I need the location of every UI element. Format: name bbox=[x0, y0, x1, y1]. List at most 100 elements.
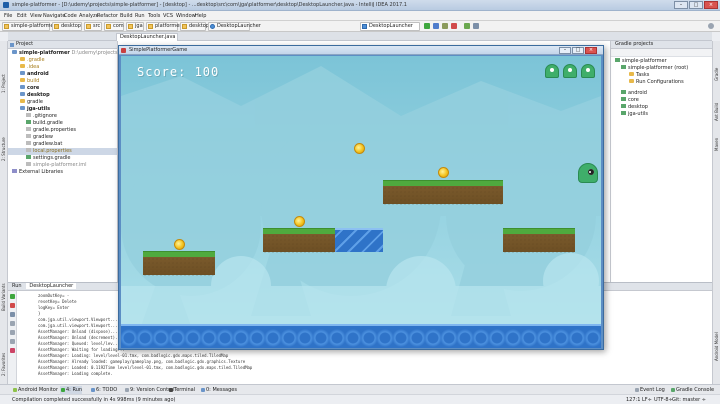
tool-tab-maven[interactable]: Maven bbox=[714, 138, 719, 151]
tool-tab-structure[interactable]: 2: Structure bbox=[1, 137, 6, 161]
menu-edit[interactable]: Edit bbox=[17, 13, 27, 19]
line-separator[interactable]: LF÷ bbox=[642, 397, 652, 403]
tree-item[interactable]: .idea bbox=[20, 64, 39, 71]
menu-file[interactable]: File bbox=[4, 13, 12, 19]
tree-item[interactable]: gradlew.bat bbox=[26, 141, 62, 148]
tree-item[interactable]: build bbox=[20, 78, 39, 85]
clear-icon[interactable] bbox=[10, 339, 15, 344]
breadcrumb-project[interactable]: simple-platformer bbox=[2, 22, 56, 31]
game-canvas[interactable]: Score: 100 bbox=[121, 56, 601, 348]
tab-terminal[interactable]: Terminal bbox=[168, 386, 195, 394]
tree-item[interactable]: android bbox=[20, 71, 49, 78]
game-maximize-button[interactable]: □ bbox=[572, 47, 584, 54]
stop-icon[interactable] bbox=[10, 303, 15, 308]
file-encoding[interactable]: UTF-8÷ bbox=[654, 397, 673, 403]
tree-item[interactable]: core bbox=[20, 85, 39, 92]
tab-todo[interactable]: 6: TODO bbox=[90, 386, 117, 394]
tree-item[interactable]: gradle.properties bbox=[26, 127, 76, 134]
menu-code[interactable]: Code bbox=[64, 13, 77, 19]
tree-item[interactable]: gradle bbox=[20, 99, 43, 106]
tab-desktop-launcher[interactable]: DesktopLauncher.java bbox=[116, 33, 178, 41]
run-toolbar bbox=[8, 291, 17, 385]
breadcrumb-class[interactable]: DesktopLauncher bbox=[208, 22, 261, 31]
menu-vcs[interactable]: VCS bbox=[163, 13, 173, 19]
breadcrumb-jga[interactable]: jga bbox=[126, 22, 144, 31]
file-icon bbox=[26, 134, 31, 138]
tool-tab-gradle[interactable]: Gradle bbox=[714, 68, 719, 81]
avd-manager-icon[interactable] bbox=[473, 23, 479, 29]
gradle-item[interactable]: core bbox=[621, 97, 639, 104]
tab-run[interactable]: 4: Run bbox=[60, 386, 83, 394]
tool-tab-android-model[interactable]: Android Model bbox=[714, 332, 719, 361]
game-window[interactable]: SimplePlatformerGame – □ × Score: 100 bbox=[118, 45, 604, 350]
breadcrumb-desktop-pkg[interactable]: desktop bbox=[180, 22, 209, 31]
tree-item[interactable]: simple-platformer.iml bbox=[26, 162, 86, 169]
tree-item[interactable]: desktop bbox=[20, 92, 50, 99]
tree-item-selected[interactable]: local.properties bbox=[8, 148, 117, 155]
stop-icon[interactable] bbox=[451, 23, 457, 29]
pause-icon[interactable] bbox=[10, 312, 15, 317]
git-branch[interactable]: Git: master ÷ bbox=[672, 397, 706, 403]
folder-icon bbox=[629, 79, 634, 83]
sdk-manager-icon[interactable] bbox=[464, 23, 470, 29]
tree-item[interactable]: jga-utils bbox=[20, 106, 50, 113]
tree-item[interactable]: .gradle bbox=[20, 57, 45, 64]
menu-help[interactable]: Help bbox=[195, 13, 206, 19]
tree-root[interactable]: simple-platformer D:\udemy\projects\s bbox=[12, 50, 122, 57]
breadcrumb-desktop[interactable]: desktop bbox=[52, 22, 82, 31]
search-icon[interactable] bbox=[708, 23, 714, 29]
run-icon[interactable] bbox=[424, 23, 430, 29]
tree-item[interactable]: .gitignore bbox=[26, 113, 57, 120]
menu-navigate[interactable]: Navigate bbox=[43, 13, 65, 19]
tree-item[interactable]: gradlew bbox=[26, 134, 53, 141]
tool-tab-project[interactable]: 1: Project bbox=[1, 74, 6, 93]
tool-tab-build-variants[interactable]: Build Variants bbox=[1, 283, 6, 311]
maximize-button[interactable]: □ bbox=[689, 1, 703, 9]
tab-gradle-console[interactable]: Gradle Console bbox=[670, 386, 714, 394]
print-icon[interactable] bbox=[10, 330, 15, 335]
tab-event-log[interactable]: Event Log bbox=[634, 386, 665, 394]
tree-item[interactable]: build.gradle bbox=[26, 120, 63, 127]
run-config-select[interactable]: DesktopLauncher bbox=[360, 22, 420, 31]
tool-tab-favorites[interactable]: 2: Favorites bbox=[1, 353, 6, 376]
tab-version-control[interactable]: 9: Version Control bbox=[124, 386, 175, 394]
close-icon[interactable] bbox=[10, 348, 15, 353]
scroll-down-icon[interactable] bbox=[10, 321, 15, 326]
folder-icon bbox=[128, 24, 133, 29]
minimize-button[interactable]: – bbox=[674, 1, 688, 9]
gradle-item[interactable]: android bbox=[621, 90, 647, 97]
game-minimize-button[interactable]: – bbox=[559, 47, 571, 54]
breadcrumb-src[interactable]: src bbox=[84, 22, 102, 31]
menu-view[interactable]: View bbox=[30, 13, 42, 19]
gradle-icon bbox=[615, 58, 620, 62]
game-close-button[interactable]: × bbox=[585, 47, 597, 54]
gradle-item[interactable]: simple-platformer bbox=[615, 58, 667, 65]
breadcrumb-platformer[interactable]: platformer bbox=[146, 22, 181, 31]
coverage-icon[interactable] bbox=[442, 23, 448, 29]
gradle-item[interactable]: Run Configurations bbox=[629, 79, 684, 86]
gradle-panel: Gradle projects simple-platformer simple… bbox=[610, 41, 712, 282]
tab-android-monitor[interactable]: Android Monitor bbox=[12, 386, 58, 394]
tool-tab-ant[interactable]: Ant Build bbox=[714, 103, 719, 121]
close-button[interactable]: × bbox=[704, 1, 718, 9]
gradle-item[interactable]: simple-platformer (root) bbox=[621, 65, 688, 72]
app-icon bbox=[3, 2, 9, 8]
menu-run[interactable]: Run bbox=[135, 13, 145, 19]
tree-item[interactable]: settings.gradle bbox=[26, 155, 70, 162]
debug-icon[interactable] bbox=[433, 23, 439, 29]
menu-window[interactable]: Window bbox=[176, 13, 196, 19]
caret-position[interactable]: 127:1 bbox=[626, 397, 640, 403]
menu-tools[interactable]: Tools bbox=[148, 13, 160, 19]
gradle-item[interactable]: jga-utils bbox=[621, 111, 648, 118]
tree-external-libraries[interactable]: External Libraries bbox=[12, 169, 63, 176]
menu-refactor[interactable]: Refactor bbox=[97, 13, 118, 19]
gradle-item[interactable]: Tasks bbox=[629, 72, 649, 79]
rerun-icon[interactable] bbox=[10, 294, 15, 299]
tab-messages[interactable]: 0: Messages bbox=[200, 386, 237, 394]
gradle-item[interactable]: desktop bbox=[621, 104, 648, 111]
editor-tab-bar: DesktopLauncher.java bbox=[8, 32, 712, 41]
menu-build[interactable]: Build bbox=[120, 13, 133, 19]
menu-analyze[interactable]: Analyze bbox=[79, 13, 99, 19]
run-tab-desktop-launcher[interactable]: DesktopLauncher bbox=[26, 283, 77, 289]
breadcrumb-com[interactable]: com bbox=[104, 22, 124, 31]
